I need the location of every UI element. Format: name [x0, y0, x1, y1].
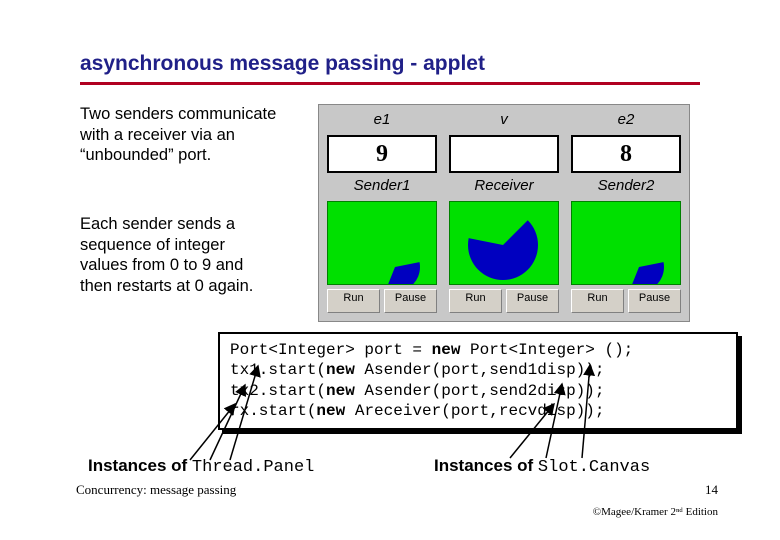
footer-page-number: 14	[705, 482, 718, 498]
code-keyword-new: new	[326, 361, 355, 379]
code-line-1a: Port<Integer> port =	[230, 341, 432, 359]
pause-button[interactable]: Pause	[628, 289, 681, 313]
code-line-3c: Asender(port,send2disp));	[355, 382, 605, 400]
caption-left: Instances of Thread.Panel	[88, 456, 314, 477]
code-snippet: Port<Integer> port = new Port<Integer> (…	[218, 332, 738, 430]
col-label-v: v	[449, 111, 559, 131]
applet-panel: e1 v e2 9 8 Sender1 Receiver Sender2 Run…	[318, 104, 690, 322]
footer-left: Concurrency: message passing	[76, 482, 236, 498]
title-rule	[80, 82, 700, 85]
paragraph-1: Two senders communicate with a receiver …	[80, 104, 280, 166]
code-keyword-new: new	[432, 341, 461, 359]
caption-left-bold: Instances of	[88, 456, 192, 475]
code-line-2a: tx1.start(	[230, 361, 326, 379]
code-line-2c: Asender(port,send1disp));	[355, 361, 605, 379]
value-box-sender2: 8	[571, 135, 681, 173]
code-line-3a: tx2.start(	[230, 382, 326, 400]
code-line-4c: Areceiver(port,recvdisp));	[345, 402, 604, 420]
run-button[interactable]: Run	[327, 289, 380, 313]
name-label-receiver: Receiver	[449, 177, 559, 197]
slide-title: asynchronous message passing - applet	[80, 52, 485, 76]
run-button[interactable]: Run	[571, 289, 624, 313]
pie-icon	[468, 210, 538, 280]
rotor-sender1	[327, 201, 437, 285]
col-label-e2: e2	[571, 111, 681, 131]
rotor-receiver	[449, 201, 559, 285]
col-label-e1: e1	[327, 111, 437, 131]
pie-icon	[370, 242, 420, 285]
code-line-4a: rx.start(	[230, 402, 316, 420]
rotor-sender2	[571, 201, 681, 285]
pie-icon	[614, 242, 664, 285]
button-row-2: Run Pause	[449, 289, 559, 313]
caption-left-mono: Thread.Panel	[192, 458, 314, 477]
pause-button[interactable]: Pause	[384, 289, 437, 313]
caption-right-bold: Instances of	[434, 456, 538, 475]
value-box-sender1: 9	[327, 135, 437, 173]
button-row-3: Run Pause	[571, 289, 681, 313]
value-box-receiver	[449, 135, 559, 173]
code-keyword-new: new	[316, 402, 345, 420]
button-row-1: Run Pause	[327, 289, 437, 313]
paragraph-2: Each sender sends a sequence of integer …	[80, 214, 275, 297]
name-label-sender2: Sender2	[571, 177, 681, 197]
code-line-1c: Port<Integer> ();	[460, 341, 633, 359]
name-label-sender1: Sender1	[327, 177, 437, 197]
code-keyword-new: new	[326, 382, 355, 400]
footer-copyright: ©Magee/Kramer 2ⁿᵈ Edition	[593, 506, 718, 518]
pause-button[interactable]: Pause	[506, 289, 559, 313]
run-button[interactable]: Run	[449, 289, 502, 313]
caption-right: Instances of Slot.Canvas	[434, 456, 650, 477]
caption-right-mono: Slot.Canvas	[538, 458, 650, 477]
